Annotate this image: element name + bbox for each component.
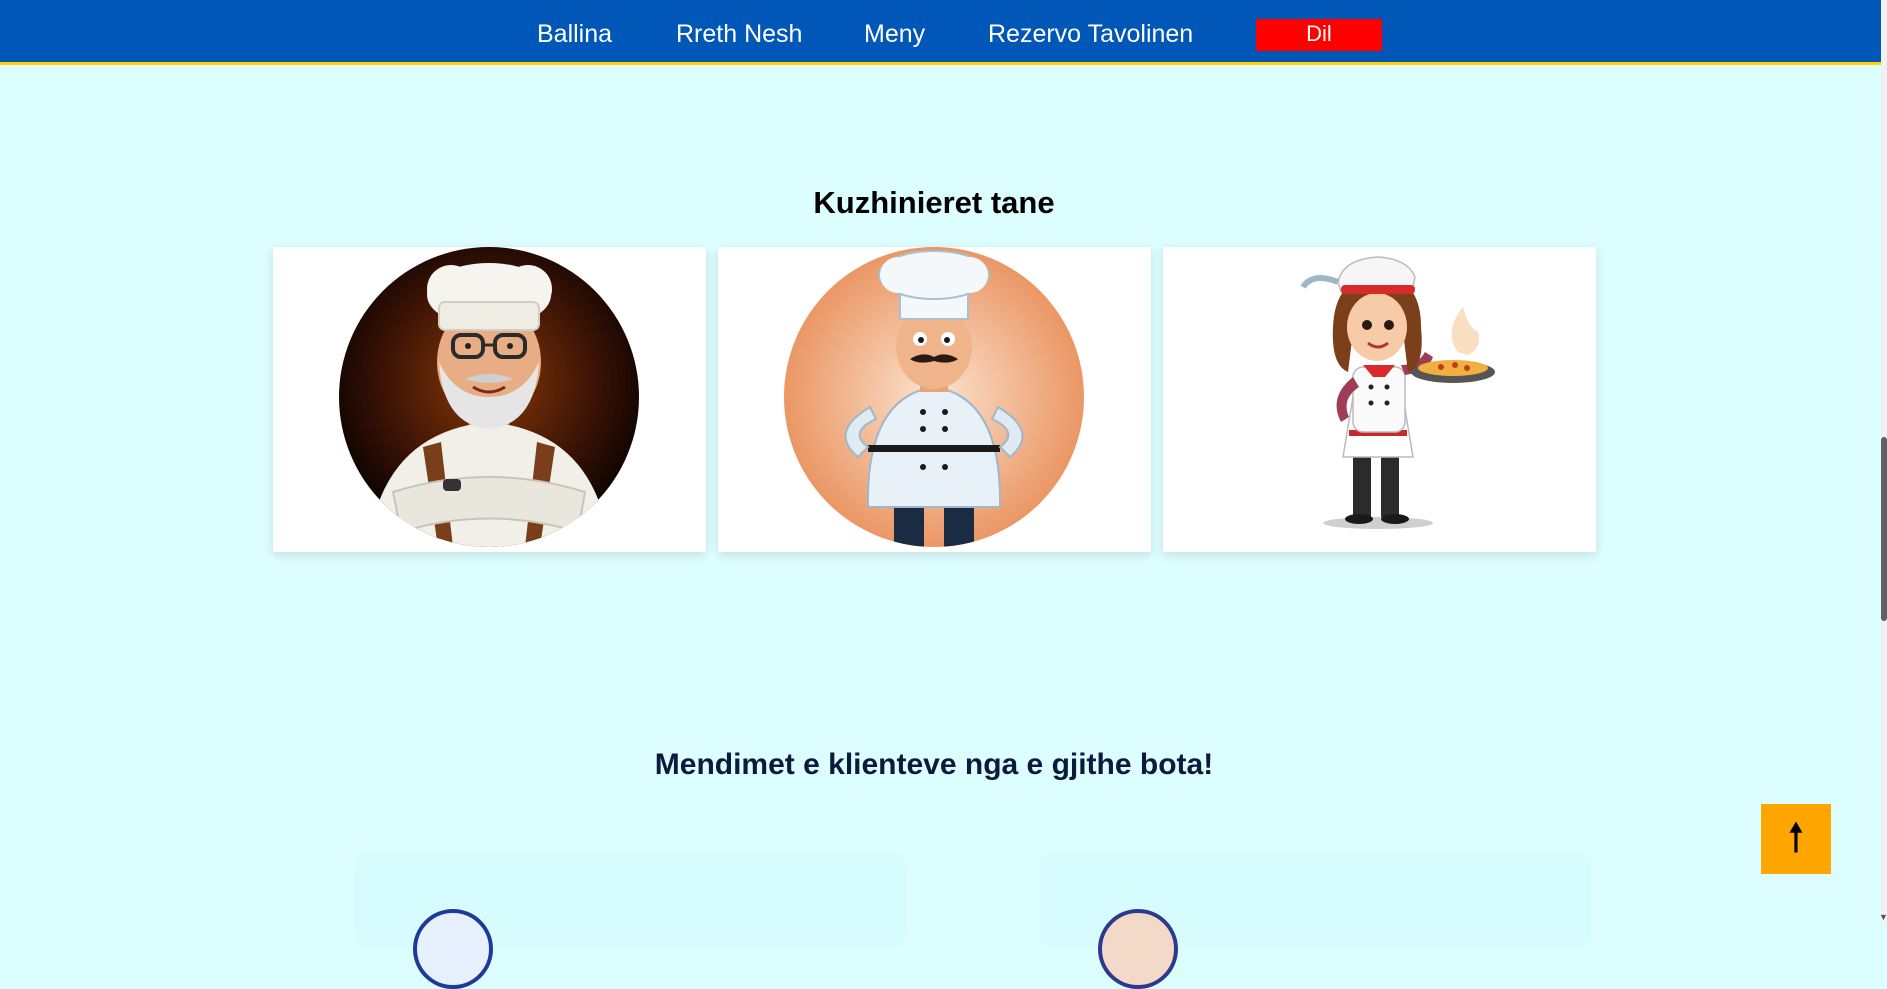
chef-elder-portrait <box>339 247 639 547</box>
nav-item-rreth-nesh[interactable]: Rreth Nesh <box>676 0 802 62</box>
reviews-section-title: Mendimet e klienteve nga e gjithe bota! <box>654 748 1214 781</box>
top-navbar: Ballina Rreth Nesh Meny Rezervo Tavoline… <box>0 0 1881 65</box>
chef-card-1 <box>273 247 706 552</box>
review-card-2 <box>1043 855 1588 989</box>
nav-item-ballina[interactable]: Ballina <box>537 0 612 62</box>
chef-woman-pizza-portrait <box>1300 256 1495 529</box>
page-scrollbar[interactable]: ▼ <box>1879 0 1887 922</box>
scroll-to-top-button[interactable]: 🠕 <box>1761 804 1831 874</box>
review-card-1 <box>358 855 903 989</box>
nav-item-rezervo-tavolinen[interactable]: Rezervo Tavolinen <box>988 0 1193 62</box>
logout-button[interactable]: Dil <box>1256 19 1382 51</box>
nav-item-meny[interactable]: Meny <box>864 0 925 62</box>
reviewer-avatar <box>413 909 493 989</box>
scroll-down-arrow-icon[interactable]: ▼ <box>1879 912 1887 922</box>
chefs-section-title: Kuzhinieret tane <box>813 185 1055 220</box>
scrollbar-thumb[interactable] <box>1881 437 1887 621</box>
reviewer-avatar <box>1098 909 1178 989</box>
chef-mustache-portrait <box>784 247 1084 547</box>
arrow-up-icon: 🠕 <box>1787 816 1805 860</box>
chef-card-3 <box>1163 247 1596 552</box>
chef-card-2 <box>718 247 1151 552</box>
